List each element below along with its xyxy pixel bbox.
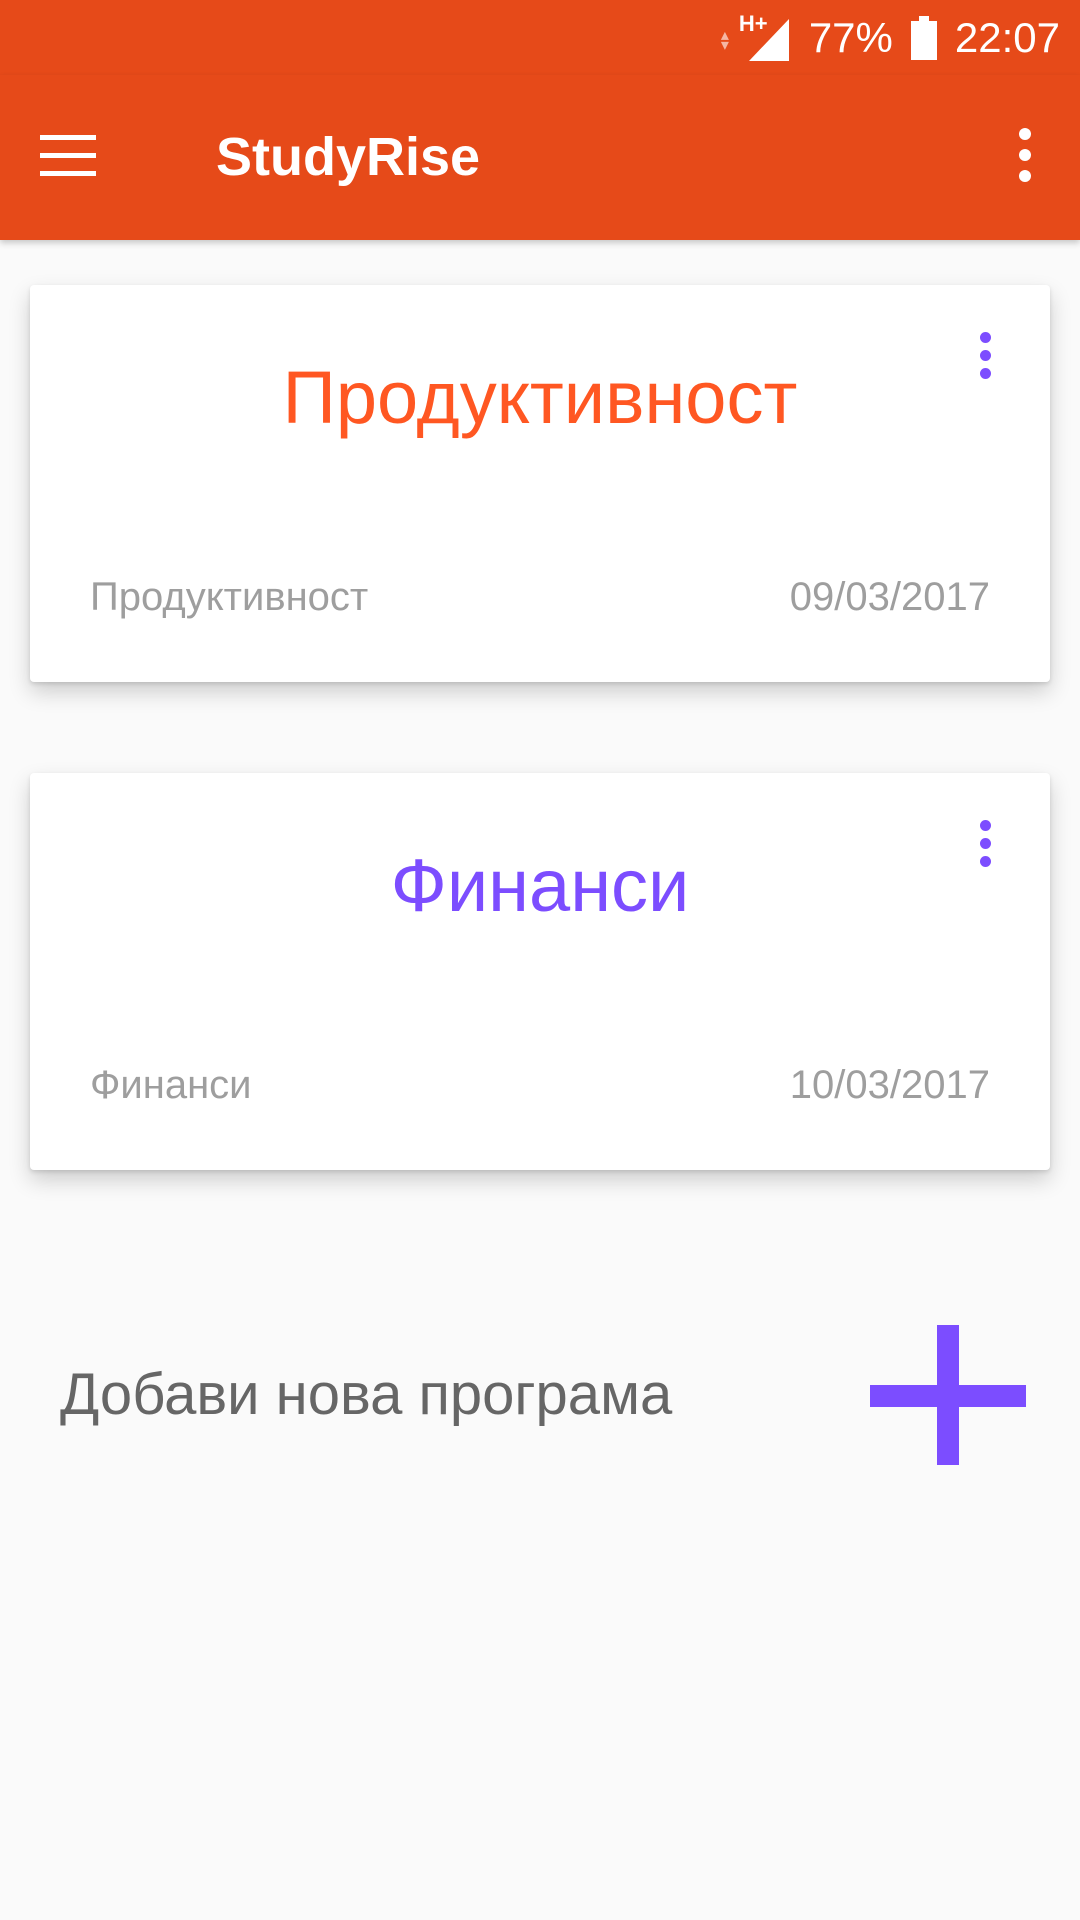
program-subtitle: Продуктивност [90,575,369,619]
clock: 22:07 [954,13,1060,61]
card-more-vert-icon[interactable] [970,813,1000,873]
status-bar-right: ▴ ▾ H+ 77% 22:07 [721,0,1060,75]
status-bar: ▴ ▾ H+ 77% 22:07 [0,0,1080,75]
program-date: 10/03/2017 [789,1063,990,1107]
app-bar: StudyRise [0,75,1080,240]
card-more-vert-icon[interactable] [970,325,1000,385]
program-subtitle: Финанси [90,1063,252,1107]
add-program-label[interactable]: Добави нова програма [60,1360,672,1430]
program-date: 09/03/2017 [789,575,990,619]
program-title: Продуктивност [282,356,798,439]
add-program-row[interactable]: Добави нова програма [0,1300,1080,1480]
app-title: StudyRise [216,127,481,187]
program-title: Финанси [390,844,690,927]
program-card-productivity[interactable]: Продуктивност Продуктивност 09/03/2017 [30,285,1050,682]
hamburger-menu-icon[interactable] [40,120,120,190]
more-vert-icon[interactable] [1000,120,1050,190]
program-card-finance[interactable]: Финанси Финанси 10/03/2017 [30,773,1050,1170]
plus-icon[interactable] [870,1325,1026,1465]
battery-percent: 77% [808,13,893,61]
battery-icon [910,15,937,60]
signal-icon: ▴ ▾ H+ [721,11,791,63]
